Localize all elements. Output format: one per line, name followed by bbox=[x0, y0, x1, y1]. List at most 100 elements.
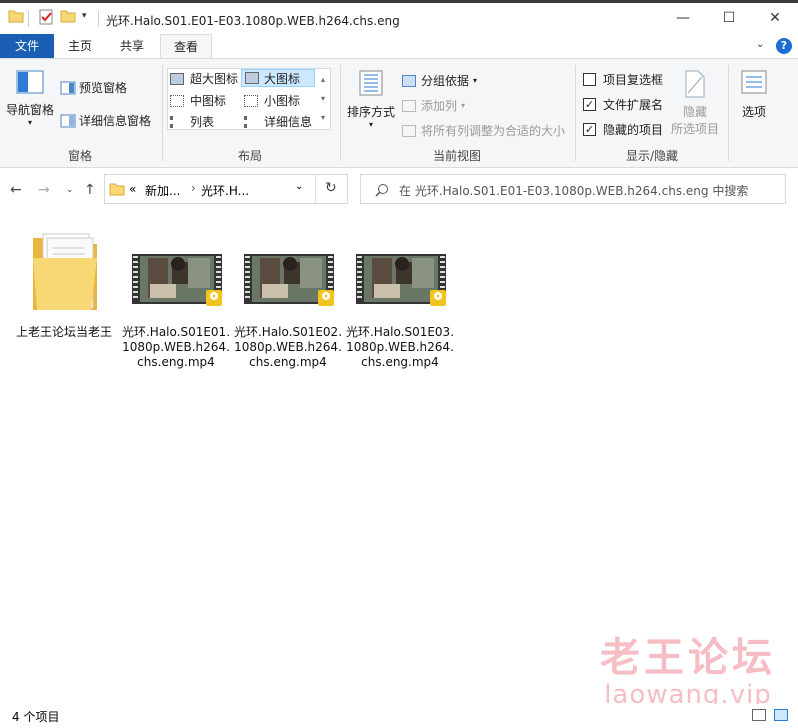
customize-qa-icon[interactable]: ▾ bbox=[82, 11, 87, 21]
options-label: 选项 bbox=[741, 105, 766, 119]
large-icons-view-icon[interactable] bbox=[774, 709, 788, 721]
checkbox-checked[interactable]: ✓ bbox=[583, 98, 596, 111]
folder-icon bbox=[33, 233, 97, 310]
details-view-icon[interactable] bbox=[752, 709, 766, 721]
ribbon: 导航窗格 ▾ 预览窗格 详细信息窗格 窗格 超大图标 大图标 中图标 小图标 列… bbox=[0, 58, 798, 168]
small-icons-icon bbox=[244, 94, 258, 107]
status-bar: 4 个项目 bbox=[0, 704, 798, 728]
add-column-icon bbox=[402, 99, 416, 112]
breadcrumb-overflow[interactable]: « bbox=[129, 182, 136, 196]
tab-file[interactable]: 文件 bbox=[0, 34, 54, 58]
item-count: 4 个项目 bbox=[12, 710, 60, 724]
large-icons-icon bbox=[245, 72, 259, 84]
ribbon-tabs: 文件 主页 共享 查看 ⌄ ? bbox=[0, 34, 798, 59]
refresh-icon[interactable]: ↻ bbox=[325, 180, 337, 196]
breadcrumb-item[interactable]: 新加... bbox=[145, 182, 180, 199]
search-icon bbox=[375, 184, 388, 197]
folder-icon bbox=[8, 10, 24, 23]
fit-columns-label: 将所有列调整为合适的大小 bbox=[421, 124, 566, 138]
address-bar[interactable]: « 新加... › 光环.H... ⌄ ↻ bbox=[104, 174, 348, 204]
layout-label: 列表 bbox=[190, 115, 215, 129]
show-hide-group-label: 显示/隐藏 bbox=[625, 149, 679, 163]
hidden-items-toggle[interactable]: ✓ 隐藏的项目 bbox=[583, 121, 663, 138]
nav-pane-icon bbox=[16, 70, 44, 94]
forward-icon[interactable]: → bbox=[38, 182, 50, 198]
address-row: ← → ⌄ ↑ « 新加... › 光环.H... ⌄ ↻ 在 光环.Halo.… bbox=[0, 168, 798, 212]
options-button[interactable]: 选项 bbox=[736, 69, 772, 120]
nav-pane-button[interactable]: 导航窗格 ▾ bbox=[6, 69, 54, 127]
preview-pane-button[interactable]: 预览窗格 bbox=[60, 79, 127, 96]
tab-view[interactable]: 查看 bbox=[160, 34, 212, 59]
file-name: 光环.Halo.S01E02.1080p.WEB.h264.chs.eng.mp… bbox=[233, 325, 343, 369]
divider bbox=[98, 11, 99, 27]
up-icon[interactable]: ↑ bbox=[84, 182, 96, 198]
address-dropdown-icon[interactable]: ⌄ bbox=[295, 181, 303, 192]
new-folder-icon[interactable] bbox=[60, 9, 76, 23]
hide-selected-button[interactable]: 隐藏 所选项目 bbox=[670, 69, 720, 137]
maximize-button[interactable]: ☐ bbox=[706, 3, 752, 33]
sort-icon bbox=[359, 70, 383, 96]
details-pane-button[interactable]: 详细信息窗格 bbox=[60, 112, 151, 129]
sort-by-button[interactable]: 排序方式 ▾ bbox=[346, 69, 396, 129]
file-name: 光环.Halo.S01E01.1080p.WEB.h264.chs.eng.mp… bbox=[121, 325, 231, 369]
file-item[interactable]: 光环.Halo.S01E03.1080p.WEB.h264.chs.eng.mp… bbox=[344, 228, 456, 370]
dropdown-arrow-icon: ▾ bbox=[368, 120, 373, 129]
file-name: 光环.Halo.S01E03.1080p.WEB.h264.chs.eng.mp… bbox=[345, 325, 455, 369]
file-name: 上老王论坛当老王 bbox=[15, 325, 112, 339]
preview-pane-label: 预览窗格 bbox=[79, 81, 128, 95]
details-pane-label: 详细信息窗格 bbox=[79, 114, 152, 128]
layout-details[interactable]: 详细信息 bbox=[244, 113, 312, 130]
properties-icon[interactable] bbox=[38, 9, 54, 25]
item-checkboxes-toggle[interactable]: 项目复选框 bbox=[583, 71, 663, 88]
ribbon-separator bbox=[575, 65, 576, 161]
breadcrumb-item[interactable]: 光环.H... bbox=[201, 182, 249, 199]
back-icon[interactable]: ← bbox=[10, 182, 22, 198]
extra-large-icons-icon bbox=[170, 72, 184, 85]
layout-label: 大图标 bbox=[264, 71, 301, 86]
dropdown-arrow-icon: ▾ bbox=[473, 76, 478, 85]
close-button[interactable]: ✕ bbox=[752, 3, 798, 33]
layout-large-icons[interactable]: 大图标 bbox=[241, 69, 315, 87]
add-column-button[interactable]: 添加列 ▾ bbox=[402, 97, 465, 114]
nav-pane-label: 导航窗格 bbox=[6, 103, 55, 117]
tab-share[interactable]: 共享 bbox=[110, 34, 154, 58]
fit-columns-button[interactable]: 将所有列调整为合适的大小 bbox=[402, 122, 565, 139]
layout-list[interactable]: 列表 bbox=[170, 113, 214, 130]
checkbox-unchecked[interactable] bbox=[583, 73, 596, 86]
layout-medium-icons[interactable]: 中图标 bbox=[170, 92, 226, 109]
file-item[interactable]: 光环.Halo.S01E02.1080p.WEB.h264.chs.eng.mp… bbox=[232, 228, 344, 370]
group-by-icon bbox=[402, 74, 416, 87]
options-icon bbox=[741, 70, 767, 94]
checkbox-checked[interactable]: ✓ bbox=[583, 123, 596, 136]
file-extensions-toggle[interactable]: ✓ 文件扩展名 bbox=[583, 96, 663, 113]
hide-selected-label: 隐藏 bbox=[682, 105, 707, 119]
layout-scroll[interactable]: ▴ ▾ ▾ bbox=[317, 70, 329, 127]
recent-locations-icon[interactable]: ⌄ bbox=[66, 185, 74, 195]
hidden-items-label: 隐藏的项目 bbox=[603, 123, 664, 137]
file-view[interactable]: 上老王论坛当老王 光环.Halo.S01E01.1080p.WEB.h264.c… bbox=[0, 212, 798, 704]
details-pane-icon bbox=[60, 114, 76, 127]
preview-pane-icon bbox=[60, 81, 76, 94]
breadcrumb-separator-icon[interactable]: › bbox=[191, 181, 196, 195]
tab-home[interactable]: 主页 bbox=[58, 34, 102, 58]
layout-extra-large-icons[interactable]: 超大图标 bbox=[170, 70, 238, 87]
file-item[interactable]: 光环.Halo.S01E01.1080p.WEB.h264.chs.eng.mp… bbox=[120, 228, 232, 370]
help-icon[interactable]: ? bbox=[776, 38, 792, 54]
add-column-label: 添加列 bbox=[421, 99, 458, 113]
group-by-button[interactable]: 分组依据 ▾ bbox=[402, 72, 477, 89]
search-box[interactable]: 在 光环.Halo.S01.E01-E03.1080p.WEB.h264.chs… bbox=[360, 174, 786, 204]
layout-small-icons[interactable]: 小图标 bbox=[244, 92, 300, 109]
hide-selected-label: 所选项目 bbox=[670, 122, 719, 136]
minimize-button[interactable]: — bbox=[660, 3, 706, 33]
file-item[interactable]: 上老王论坛当老王 bbox=[8, 228, 120, 340]
folder-icon bbox=[109, 183, 125, 196]
current-view-group-label: 当前视图 bbox=[432, 149, 481, 163]
dropdown-arrow-icon: ▾ bbox=[27, 118, 32, 127]
quick-access-toolbar bbox=[8, 9, 24, 23]
group-by-label: 分组依据 bbox=[421, 74, 470, 88]
hide-selected-icon bbox=[685, 70, 705, 98]
search-placeholder: 在 光环.Halo.S01.E01-E03.1080p.WEB.h264.chs… bbox=[399, 184, 749, 198]
fit-columns-icon bbox=[402, 124, 416, 137]
title-bar: ▾ 光环.Halo.S01.E01-E03.1080p.WEB.h264.chs… bbox=[0, 0, 798, 34]
collapse-ribbon-icon[interactable]: ⌄ bbox=[756, 39, 764, 50]
